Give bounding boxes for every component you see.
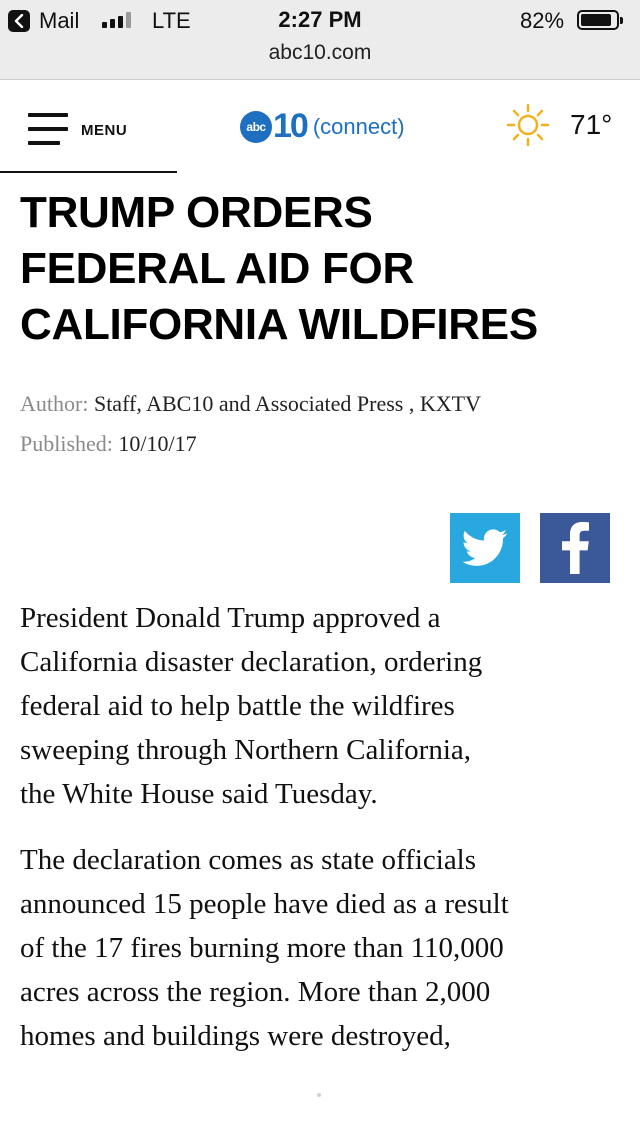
paragraph-line: President Donald Trump approved a bbox=[20, 602, 441, 634]
paragraph-line: The declaration comes as state officials bbox=[20, 844, 477, 876]
abc10-logo[interactable]: abc 10 (connect) bbox=[240, 107, 405, 146]
twitter-share-button[interactable] bbox=[450, 513, 520, 583]
facebook-f-icon bbox=[562, 522, 589, 574]
article-paragraph: President Donald Trump approved a Califo… bbox=[20, 596, 626, 816]
author-line: Author: Staff, ABC10 and Associated Pres… bbox=[20, 391, 481, 431]
facebook-share-button[interactable] bbox=[540, 513, 610, 583]
headline-line: TRUMP ORDERS bbox=[20, 188, 373, 237]
paragraph-line: announced 15 people have died as a resul… bbox=[20, 888, 509, 920]
paragraph-line: homes and buildings were destroyed, bbox=[20, 1020, 451, 1052]
browser-top-bar: Mail LTE 2:27 PM 82% abc10.com bbox=[0, 0, 640, 80]
temperature: 71° bbox=[570, 109, 613, 140]
article-meta: Author: Staff, ABC10 and Associated Pres… bbox=[20, 391, 481, 471]
article-body: President Donald Trump approved a Califo… bbox=[20, 596, 626, 1080]
menu-underline bbox=[0, 171, 177, 173]
published-date: 10/10/17 bbox=[118, 431, 197, 456]
menu-button[interactable]: MENU bbox=[28, 113, 127, 147]
article-paragraph: The declaration comes as state officials… bbox=[20, 838, 626, 1058]
scroll-indicator bbox=[317, 1093, 321, 1097]
paragraph-line: California disaster declaration, orderin… bbox=[20, 646, 483, 678]
hamburger-icon bbox=[28, 113, 68, 147]
paragraph-line: sweeping through Northern California, bbox=[20, 734, 472, 766]
paragraph-line: the White House said Tuesday. bbox=[20, 778, 378, 810]
site-header: MENU abc 10 (connect) 71° bbox=[0, 81, 640, 173]
headline-line: FEDERAL AID FOR bbox=[20, 244, 414, 293]
battery-icon bbox=[577, 10, 623, 30]
url-bar[interactable]: abc10.com bbox=[0, 41, 640, 65]
sun-icon bbox=[506, 103, 550, 147]
headline-line: CALIFORNIA WILDFIRES bbox=[20, 300, 538, 349]
status-bar: Mail LTE 2:27 PM 82% bbox=[0, 0, 640, 40]
battery-percent: 82% bbox=[520, 8, 565, 33]
twitter-bird-icon bbox=[462, 529, 508, 566]
logo-tagline: (connect) bbox=[312, 113, 405, 139]
abc-logo-circle: abc bbox=[240, 110, 272, 143]
paragraph-line: of the 17 fires burning more than 110,00… bbox=[20, 932, 504, 964]
author-name: Staff, ABC10 and Associated Press , KXTV bbox=[93, 391, 481, 416]
paragraph-line: acres across the region. More than 2,000 bbox=[20, 976, 491, 1008]
logo-number: 10 bbox=[273, 107, 309, 145]
published-line: Published: 10/10/17 bbox=[20, 431, 481, 471]
author-label: Author: bbox=[20, 391, 89, 416]
menu-label: MENU bbox=[81, 121, 128, 139]
article-headline: TRUMP ORDERS FEDERAL AID FOR CALIFORNIA … bbox=[20, 185, 620, 353]
paragraph-line: federal aid to help battle the wildfires bbox=[20, 690, 455, 722]
weather-widget[interactable]: 71° bbox=[506, 103, 612, 147]
published-label: Published: bbox=[20, 431, 113, 456]
